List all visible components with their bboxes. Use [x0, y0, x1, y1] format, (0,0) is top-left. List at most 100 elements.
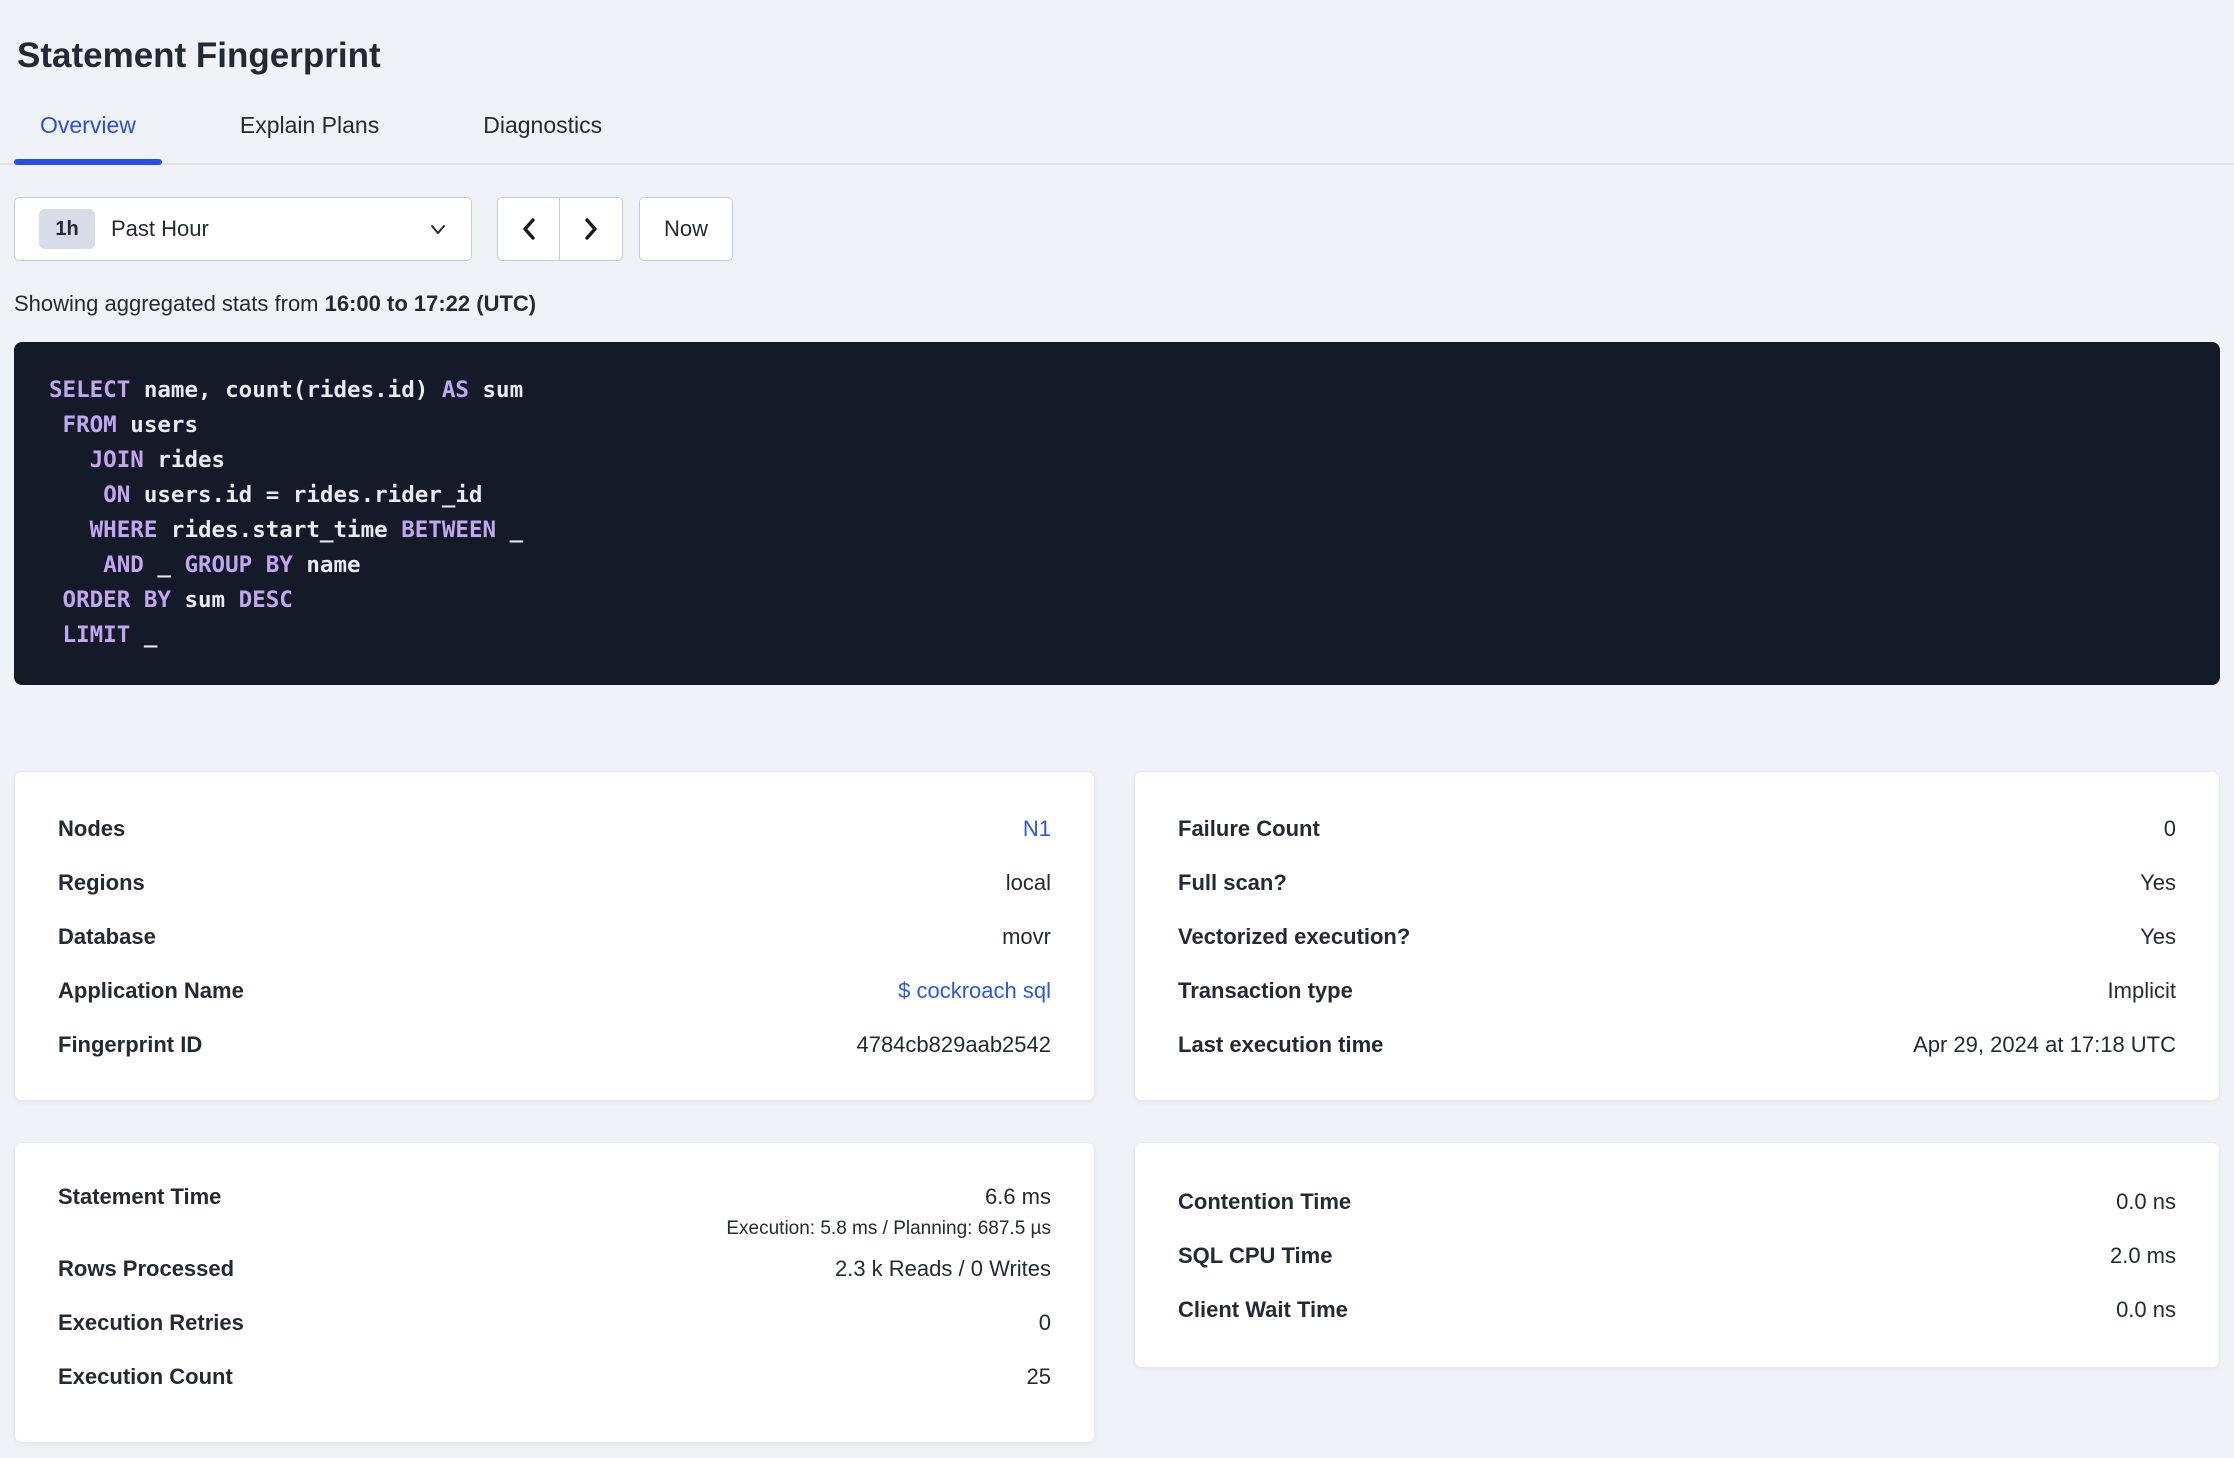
- row-label: Contention Time: [1178, 1189, 1352, 1214]
- sql-keyword: ON: [103, 482, 131, 508]
- vectorized-execution-row: Vectorized execution? Yes: [1178, 910, 2176, 964]
- failure-count-row: Failure Count 0: [1178, 802, 2176, 856]
- row-label: Fingerprint ID: [58, 1032, 203, 1057]
- row-value: 0: [2163, 816, 2176, 841]
- sql-text: sum: [170, 587, 239, 613]
- previous-range-button[interactable]: [498, 198, 560, 260]
- sql-line: AND _ GROUP BY name: [49, 548, 2185, 583]
- sql-keyword: JOIN: [89, 447, 144, 473]
- time-range-dropdown[interactable]: 1h Past Hour: [14, 197, 472, 261]
- time-interval-badge: 1h: [39, 209, 95, 249]
- nodes-link[interactable]: N1: [1023, 816, 1051, 842]
- sql-text: _: [496, 517, 524, 543]
- row-label: Execution Retries: [58, 1310, 244, 1335]
- row-label: SQL CPU Time: [1178, 1243, 1333, 1268]
- full-scan-row: Full scan? Yes: [1178, 856, 2176, 910]
- row-label: Last execution time: [1178, 1032, 1384, 1057]
- chevron-down-icon: [427, 218, 449, 240]
- tab-overview[interactable]: Overview: [14, 106, 162, 165]
- sql-text: sum: [468, 377, 524, 403]
- row-label: Application Name: [58, 978, 244, 1003]
- last-execution-time-row: Last execution time Apr 29, 2024 at 17:1…: [1178, 1018, 2176, 1072]
- contention-time-row: Contention Time 0.0 ns: [1178, 1175, 2176, 1229]
- row-label: Vectorized execution?: [1178, 924, 1411, 949]
- next-range-button[interactable]: [560, 198, 622, 260]
- sql-keyword: DESC: [238, 587, 293, 613]
- sql-text: users.id = rides.rider_id: [130, 482, 483, 508]
- tab-diagnostics-label: Diagnostics: [483, 112, 603, 138]
- sql-line: JOIN rides: [49, 443, 2185, 478]
- sql-line: ORDER BY sum DESC: [49, 583, 2185, 618]
- sql-text: rides.start_time: [157, 517, 402, 543]
- statement-times-card: Statement Time 6.6 ms Execution: 5.8 ms …: [14, 1142, 1095, 1443]
- statement-time-row: Statement Time 6.6 ms Execution: 5.8 ms …: [58, 1170, 1051, 1242]
- row-value: 0.0 ns: [2116, 1297, 2176, 1322]
- execution-count-row: Execution Count 25: [58, 1350, 1051, 1404]
- sql-text: name, count(rides.id): [130, 377, 442, 403]
- sql-keyword: WHERE: [89, 517, 158, 543]
- row-label: Transaction type: [1178, 978, 1353, 1003]
- tab-diagnostics[interactable]: Diagnostics: [457, 106, 628, 163]
- tab-explain-plans-label: Explain Plans: [239, 112, 380, 138]
- transaction-type-row: Transaction type Implicit: [1178, 964, 2176, 1018]
- row-value: movr: [1002, 924, 1051, 949]
- sql-keyword: FROM: [62, 412, 117, 438]
- sql-keyword: AND: [103, 552, 144, 578]
- aggregated-stats-line: Showing aggregated stats from 16:00 to 1…: [14, 291, 2220, 317]
- sql-keyword: GROUP BY: [184, 552, 293, 578]
- time-range-step-group: [497, 197, 623, 261]
- application-name-link[interactable]: $ cockroach sql: [898, 978, 1051, 1004]
- wait-times-card: Contention Time 0.0 ns SQL CPU Time 2.0 …: [1134, 1142, 2220, 1368]
- row-value: 25: [1026, 1364, 1051, 1389]
- sql-statement-box: SELECT name, count(rides.id) AS sum FROM…: [14, 342, 2220, 685]
- statement-details-card: Nodes N1 Regions local Database movr App…: [14, 771, 1095, 1101]
- sql-text: _: [130, 622, 158, 648]
- row-value: Yes: [2140, 924, 2176, 949]
- client-wait-time-row: Client Wait Time 0.0 ns: [1178, 1283, 2176, 1337]
- now-button[interactable]: Now: [639, 197, 733, 261]
- row-value: Apr 29, 2024 at 17:18 UTC: [1913, 1032, 2176, 1057]
- nodes-row: Nodes N1: [58, 802, 1051, 856]
- row-value-detail: Execution: 5.8 ms / Planning: 687.5 µs: [726, 1218, 1051, 1239]
- sql-text: _: [143, 552, 185, 578]
- row-value: Implicit: [2107, 978, 2176, 1003]
- row-label: Nodes: [58, 816, 126, 841]
- row-value: 4784cb829aab2542: [856, 1032, 1051, 1057]
- summary-cards: Nodes N1 Regions local Database movr App…: [14, 771, 2220, 1443]
- row-label: Database: [58, 924, 156, 949]
- execution-attributes-card: Failure Count 0 Full scan? Yes Vectorize…: [1134, 771, 2220, 1101]
- sql-line: WHERE rides.start_time BETWEEN _: [49, 513, 2185, 548]
- sql-cpu-time-row: SQL CPU Time 2.0 ms: [1178, 1229, 2176, 1283]
- tab-bar: Overview Explain Plans Diagnostics: [0, 106, 2234, 165]
- statement-time-values: 6.6 ms Execution: 5.8 ms / Planning: 687…: [726, 1170, 1051, 1242]
- sql-keyword: SELECT: [49, 377, 131, 403]
- sql-keyword: ORDER BY: [62, 587, 171, 613]
- sql-text: rides: [143, 447, 226, 473]
- tab-explain-plans[interactable]: Explain Plans: [214, 106, 405, 163]
- regions-row: Regions local: [58, 856, 1051, 910]
- row-label: Regions: [58, 870, 145, 895]
- statement-fingerprint-page: Statement Fingerprint Overview Explain P…: [0, 0, 2234, 1458]
- aggregated-stats-range: 16:00 to 17:22 (UTC): [324, 291, 537, 316]
- chevron-left-icon: [517, 216, 541, 242]
- sql-text: users: [116, 412, 199, 438]
- sql-keyword: LIMIT: [62, 622, 131, 648]
- aggregated-stats-prefix: Showing aggregated stats from: [14, 291, 325, 316]
- tab-overview-label: Overview: [40, 112, 136, 138]
- execution-retries-row: Execution Retries 0: [58, 1296, 1051, 1350]
- row-value: 0: [1038, 1310, 1051, 1335]
- application-name-row: Application Name $ cockroach sql: [58, 964, 1051, 1018]
- row-label: Client Wait Time: [1178, 1297, 1348, 1322]
- row-label: Full scan?: [1178, 870, 1287, 895]
- row-value: 2.3 k Reads / 0 Writes: [834, 1256, 1051, 1281]
- row-value: Yes: [2140, 870, 2176, 895]
- sql-keyword: AS: [441, 377, 469, 403]
- sql-line: SELECT name, count(rides.id) AS sum: [49, 373, 2185, 408]
- time-range-controls: 1h Past Hour Now: [14, 197, 2220, 261]
